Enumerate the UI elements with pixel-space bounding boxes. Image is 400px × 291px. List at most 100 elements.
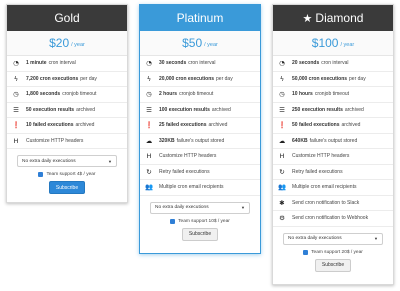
- feature-highlight: 1 minute: [26, 60, 47, 67]
- warning-icon: ❗: [144, 121, 154, 130]
- feature-highlight: 1,800 seconds: [26, 91, 61, 98]
- retry-icon: ↻: [279, 167, 285, 176]
- feature-text: per day: [349, 75, 366, 82]
- feature-row: H Customize HTTP headers: [140, 149, 260, 165]
- feature-row: H Customize HTTP headers: [7, 134, 127, 149]
- feature-text: per day: [216, 75, 233, 82]
- plan-header: Platinum: [140, 5, 260, 31]
- feature-row: ◷ 10 hours cronjob timeout: [273, 87, 393, 103]
- extra-executions-select[interactable]: No extra daily executions ▼: [150, 201, 250, 214]
- users-icon: 👥: [144, 183, 154, 192]
- plan-card-gold: Gold $20 / year ◔ 1 minute cron interval ϟ 7…: [6, 4, 128, 203]
- feature-row: ☰ 100 execution results archived: [140, 103, 260, 118]
- feature-highlight: 10 hours: [292, 91, 313, 98]
- chevron-down-icon: ▼: [108, 158, 112, 164]
- price-period: / year: [340, 41, 355, 48]
- checkbox[interactable]: [303, 249, 309, 255]
- feature-row: ☁ 640KB failure's output stored: [273, 134, 393, 149]
- feature-row: ◔ 20 seconds cron interval: [273, 56, 393, 72]
- cloud-upload-icon: ☁: [145, 136, 153, 145]
- select-value: No extra daily executions: [288, 236, 342, 241]
- feature-text: Send cron notification to Webhook: [292, 215, 369, 222]
- feature-list: ◔ 20 seconds cron interval ϟ 50,000 cron exe…: [273, 56, 393, 227]
- select-value: No extra daily executions: [155, 205, 209, 210]
- feature-row: H Customize HTTP headers: [273, 149, 393, 165]
- feature-highlight: 7,200 cron executions: [26, 75, 79, 82]
- timer-icon: ◷: [279, 90, 285, 99]
- feature-text: archived: [76, 106, 95, 113]
- plan-card-diamond: ★ Diamond $100 / year ◔ 20 seconds cron in…: [272, 4, 394, 285]
- checkbox[interactable]: [38, 172, 44, 177]
- feature-text: Customize HTTP headers: [292, 153, 350, 160]
- header-icon: H: [279, 152, 285, 161]
- feature-highlight: 50,000 cron executions: [292, 75, 348, 82]
- plan-header: Gold: [7, 5, 127, 31]
- feature-text: failure's output stored: [309, 137, 358, 144]
- subscribe-button[interactable]: Subscribe: [181, 227, 219, 241]
- feature-highlight: 30 seconds: [159, 60, 187, 67]
- plan-name: Diamond: [315, 11, 364, 25]
- feature-highlight: 100 execution results: [159, 106, 210, 113]
- feature-row: ☰ 250 execution results archived: [273, 103, 393, 118]
- feature-highlight: 20 seconds: [292, 60, 320, 67]
- list-icon: ☰: [279, 105, 285, 114]
- extra-executions-select[interactable]: No extra daily executions ▼: [283, 232, 383, 245]
- subscribe-button[interactable]: Subscribe: [314, 258, 352, 272]
- feature-text: Retry failed executions: [292, 168, 343, 175]
- chevron-down-icon: ▼: [374, 236, 378, 241]
- select-value: No extra daily executions: [22, 158, 76, 164]
- subscribe-button[interactable]: Subscribe: [48, 181, 86, 194]
- feature-text: cronjob timeout: [314, 91, 350, 98]
- feature-row: ❗ 10 failed executions archived: [7, 118, 127, 134]
- feature-list: ◔ 30 seconds cron interval ϟ 20,000 cron exe…: [140, 56, 260, 196]
- extra-executions-select[interactable]: No extra daily executions ▼: [17, 155, 117, 167]
- clock-icon: ◔: [279, 59, 285, 68]
- bolt-icon: ϟ: [146, 74, 152, 83]
- cloud-upload-icon: ☁: [278, 136, 286, 145]
- list-icon: ☰: [146, 105, 152, 114]
- price-amount: $20: [49, 36, 70, 50]
- feature-row: ✱ Send cron notification to Slack: [273, 196, 393, 211]
- feature-row: ☰ 50 execution results archived: [7, 103, 127, 118]
- feature-row: ❗ 50 failed executions archived: [273, 118, 393, 134]
- feature-text: Multiple cron email recipients: [292, 184, 357, 191]
- checkbox[interactable]: [170, 218, 176, 224]
- feature-highlight: 50 execution results: [26, 106, 75, 113]
- team-support-option[interactable]: Team support 20$ / year: [273, 249, 393, 255]
- feature-text: cron interval: [48, 60, 76, 67]
- feature-row: ◔ 30 seconds cron interval: [140, 56, 260, 72]
- feature-highlight: 320KB: [159, 137, 175, 144]
- retry-icon: ↻: [146, 167, 152, 176]
- feature-text: per day: [80, 75, 97, 82]
- warning-icon: ❗: [277, 121, 287, 130]
- feature-row: 👥 Multiple cron email recipients: [140, 180, 260, 196]
- clock-icon: ◔: [146, 59, 152, 68]
- feature-highlight: 50 failed executions: [292, 122, 340, 129]
- webhook-icon: ⚙: [279, 214, 285, 223]
- feature-row: ↻ Retry failed executions: [140, 165, 260, 180]
- star-icon: ★: [302, 12, 313, 25]
- feature-text: archived: [341, 122, 361, 129]
- users-icon: 👥: [277, 183, 287, 192]
- plan-header: ★ Diamond: [273, 5, 393, 31]
- feature-text: archived: [211, 106, 231, 113]
- feature-row: ◷ 1,800 seconds cronjob timeout: [7, 87, 127, 103]
- feature-text: Customize HTTP headers: [159, 153, 217, 160]
- feature-text: cron interval: [188, 60, 216, 67]
- bolt-icon: ϟ: [13, 74, 19, 83]
- feature-row: ◷ 2 hours cronjob timeout: [140, 87, 260, 103]
- price-period: / year: [71, 41, 85, 48]
- feature-text: Customize HTTP headers: [26, 137, 84, 144]
- price-period: / year: [204, 41, 218, 48]
- feature-row: ◔ 1 minute cron interval: [7, 56, 127, 72]
- feature-row: 👥 Multiple cron email recipients: [273, 180, 393, 196]
- price-amount: $50: [182, 36, 203, 50]
- team-support-option[interactable]: Team support 10$ / year: [140, 218, 260, 224]
- team-support-label: Team support 4$ / year: [46, 172, 96, 177]
- team-support-option[interactable]: Team support 4$ / year: [7, 172, 127, 177]
- plan-card-platinum: Platinum $50 / year ◔ 30 seconds cron inte…: [139, 4, 261, 254]
- chevron-down-icon: ▼: [241, 205, 245, 210]
- timer-icon: ◷: [13, 90, 19, 99]
- feature-row: ☁ 320KB failure's output stored: [140, 134, 260, 149]
- plan-name: Gold: [54, 11, 80, 25]
